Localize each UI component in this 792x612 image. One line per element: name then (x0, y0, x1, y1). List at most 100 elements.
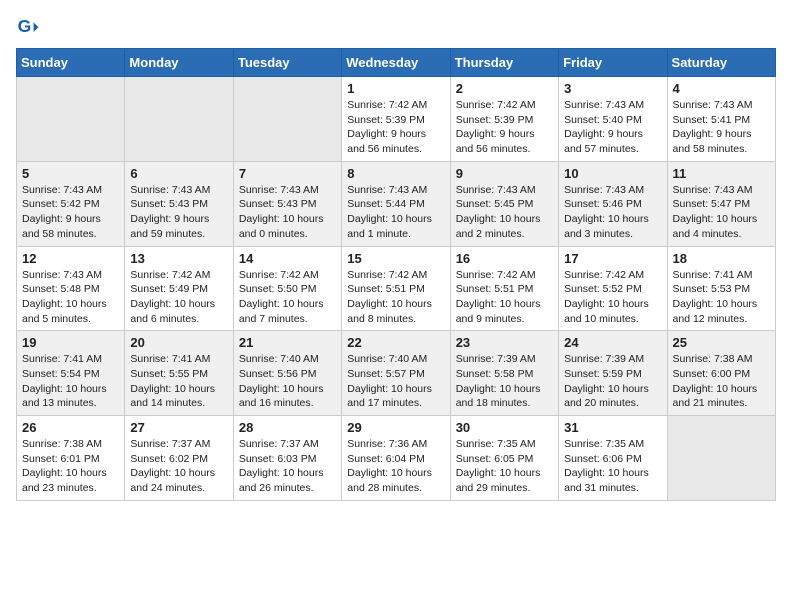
day-number: 23 (456, 335, 553, 350)
calendar-cell: 21 Sunrise: 7:40 AMSunset: 5:56 PMDayligh… (233, 331, 341, 416)
day-info: Sunrise: 7:43 AMSunset: 5:41 PMDaylight:… (673, 98, 770, 157)
calendar-cell: 24 Sunrise: 7:39 AMSunset: 5:59 PMDayligh… (559, 331, 667, 416)
calendar-cell: 28 Sunrise: 7:37 AMSunset: 6:03 PMDayligh… (233, 416, 341, 501)
day-info: Sunrise: 7:37 AMSunset: 6:02 PMDaylight:… (130, 437, 227, 496)
svg-text:G: G (18, 16, 32, 36)
day-info: Sunrise: 7:42 AMSunset: 5:39 PMDaylight:… (347, 98, 444, 157)
day-number: 15 (347, 251, 444, 266)
day-number: 24 (564, 335, 661, 350)
day-info: Sunrise: 7:43 AMSunset: 5:43 PMDaylight:… (130, 183, 227, 242)
day-number: 9 (456, 166, 553, 181)
day-info: Sunrise: 7:43 AMSunset: 5:48 PMDaylight:… (22, 268, 119, 327)
day-number: 29 (347, 420, 444, 435)
calendar-cell: 7 Sunrise: 7:43 AMSunset: 5:43 PMDaylight… (233, 161, 341, 246)
day-info: Sunrise: 7:41 AMSunset: 5:54 PMDaylight:… (22, 352, 119, 411)
logo-icon: G (16, 16, 40, 40)
calendar-cell (233, 77, 341, 162)
calendar-cell: 4 Sunrise: 7:43 AMSunset: 5:41 PMDaylight… (667, 77, 775, 162)
calendar-cell: 15 Sunrise: 7:42 AMSunset: 5:51 PMDayligh… (342, 246, 450, 331)
calendar-cell: 3Sunrise: 7:43 AMSunset: 5:40 PMDaylight… (559, 77, 667, 162)
calendar-cell (17, 77, 125, 162)
calendar-cell: 19 Sunrise: 7:41 AMSunset: 5:54 PMDayligh… (17, 331, 125, 416)
day-number: 2 (456, 81, 553, 96)
calendar-cell: 1 Sunrise: 7:42 AMSunset: 5:39 PMDaylight… (342, 77, 450, 162)
day-number: 27 (130, 420, 227, 435)
day-info: Sunrise: 7:42 AMSunset: 5:39 PMDaylight:… (456, 98, 553, 157)
calendar-cell (125, 77, 233, 162)
calendar-cell: 18Sunrise: 7:41 AMSunset: 5:53 PMDayligh… (667, 246, 775, 331)
calendar-cell (667, 416, 775, 501)
day-number: 4 (673, 81, 770, 96)
day-number: 28 (239, 420, 336, 435)
day-number: 6 (130, 166, 227, 181)
day-info: Sunrise: 7:42 AMSunset: 5:50 PMDaylight:… (239, 268, 336, 327)
calendar-cell: 22 Sunrise: 7:40 AMSunset: 5:57 PMDayligh… (342, 331, 450, 416)
day-header-wednesday: Wednesday (342, 49, 450, 77)
day-number: 17 (564, 251, 661, 266)
day-info: Sunrise: 7:38 AMSunset: 6:01 PMDaylight:… (22, 437, 119, 496)
day-info: Sunrise: 7:35 AMSunset: 6:05 PMDaylight:… (456, 437, 553, 496)
day-info: Sunrise: 7:42 AMSunset: 5:49 PMDaylight:… (130, 268, 227, 327)
calendar-cell: 25 Sunrise: 7:38 AMSunset: 6:00 PMDayligh… (667, 331, 775, 416)
day-header-saturday: Saturday (667, 49, 775, 77)
calendar-cell: 8 Sunrise: 7:43 AMSunset: 5:44 PMDaylight… (342, 161, 450, 246)
day-number: 8 (347, 166, 444, 181)
day-number: 12 (22, 251, 119, 266)
day-number: 25 (673, 335, 770, 350)
day-info: Sunrise: 7:35 AMSunset: 6:06 PMDaylight:… (564, 437, 661, 496)
week-row-4: 19 Sunrise: 7:41 AMSunset: 5:54 PMDayligh… (17, 331, 776, 416)
day-number: 1 (347, 81, 444, 96)
day-info: Sunrise: 7:43 AMSunset: 5:42 PMDaylight:… (22, 183, 119, 242)
day-info: Sunrise: 7:38 AMSunset: 6:00 PMDaylight:… (673, 352, 770, 411)
day-info: Sunrise: 7:43 AMSunset: 5:46 PMDaylight:… (564, 183, 661, 242)
week-row-3: 12 Sunrise: 7:43 AMSunset: 5:48 PMDayligh… (17, 246, 776, 331)
day-number: 21 (239, 335, 336, 350)
page-header: G (16, 16, 776, 40)
day-info: Sunrise: 7:41 AMSunset: 5:55 PMDaylight:… (130, 352, 227, 411)
calendar-cell: 27 Sunrise: 7:37 AMSunset: 6:02 PMDayligh… (125, 416, 233, 501)
day-header-sunday: Sunday (17, 49, 125, 77)
day-info: Sunrise: 7:43 AMSunset: 5:43 PMDaylight:… (239, 183, 336, 242)
day-info: Sunrise: 7:42 AMSunset: 5:51 PMDaylight:… (347, 268, 444, 327)
day-info: Sunrise: 7:36 AMSunset: 6:04 PMDaylight:… (347, 437, 444, 496)
day-info: Sunrise: 7:42 AMSunset: 5:52 PMDaylight:… (564, 268, 661, 327)
calendar-cell: 17 Sunrise: 7:42 AMSunset: 5:52 PMDayligh… (559, 246, 667, 331)
day-number: 26 (22, 420, 119, 435)
day-info: Sunrise: 7:43 AMSunset: 5:47 PMDaylight:… (673, 183, 770, 242)
calendar-cell: 11 Sunrise: 7:43 AMSunset: 5:47 PMDayligh… (667, 161, 775, 246)
day-number: 5 (22, 166, 119, 181)
day-number: 22 (347, 335, 444, 350)
day-info: Sunrise: 7:40 AMSunset: 5:57 PMDaylight:… (347, 352, 444, 411)
calendar-cell: 29 Sunrise: 7:36 AMSunset: 6:04 PMDayligh… (342, 416, 450, 501)
calendar-cell: 14 Sunrise: 7:42 AMSunset: 5:50 PMDayligh… (233, 246, 341, 331)
day-number: 30 (456, 420, 553, 435)
day-number: 16 (456, 251, 553, 266)
day-header-monday: Monday (125, 49, 233, 77)
calendar-cell: 20Sunrise: 7:41 AMSunset: 5:55 PMDayligh… (125, 331, 233, 416)
day-info: Sunrise: 7:41 AMSunset: 5:53 PMDaylight:… (673, 268, 770, 327)
day-number: 11 (673, 166, 770, 181)
logo: G (16, 16, 44, 40)
calendar-cell: 16 Sunrise: 7:42 AMSunset: 5:51 PMDayligh… (450, 246, 558, 331)
calendar-cell: 13Sunrise: 7:42 AMSunset: 5:49 PMDayligh… (125, 246, 233, 331)
calendar-cell: 23Sunrise: 7:39 AMSunset: 5:58 PMDayligh… (450, 331, 558, 416)
day-info: Sunrise: 7:37 AMSunset: 6:03 PMDaylight:… (239, 437, 336, 496)
day-header-thursday: Thursday (450, 49, 558, 77)
day-info: Sunrise: 7:43 AMSunset: 5:44 PMDaylight:… (347, 183, 444, 242)
day-number: 10 (564, 166, 661, 181)
calendar-cell: 10 Sunrise: 7:43 AMSunset: 5:46 PMDayligh… (559, 161, 667, 246)
day-info: Sunrise: 7:43 AMSunset: 5:40 PMDaylight:… (564, 98, 661, 157)
day-number: 19 (22, 335, 119, 350)
day-info: Sunrise: 7:39 AMSunset: 5:59 PMDaylight:… (564, 352, 661, 411)
day-number: 7 (239, 166, 336, 181)
day-info: Sunrise: 7:40 AMSunset: 5:56 PMDaylight:… (239, 352, 336, 411)
week-row-5: 26 Sunrise: 7:38 AMSunset: 6:01 PMDayligh… (17, 416, 776, 501)
day-header-tuesday: Tuesday (233, 49, 341, 77)
day-header-friday: Friday (559, 49, 667, 77)
calendar-cell: 2 Sunrise: 7:42 AMSunset: 5:39 PMDaylight… (450, 77, 558, 162)
day-info: Sunrise: 7:42 AMSunset: 5:51 PMDaylight:… (456, 268, 553, 327)
day-header-row: SundayMondayTuesdayWednesdayThursdayFrid… (17, 49, 776, 77)
week-row-2: 5 Sunrise: 7:43 AMSunset: 5:42 PMDaylight… (17, 161, 776, 246)
calendar-table: SundayMondayTuesdayWednesdayThursdayFrid… (16, 48, 776, 501)
day-number: 14 (239, 251, 336, 266)
